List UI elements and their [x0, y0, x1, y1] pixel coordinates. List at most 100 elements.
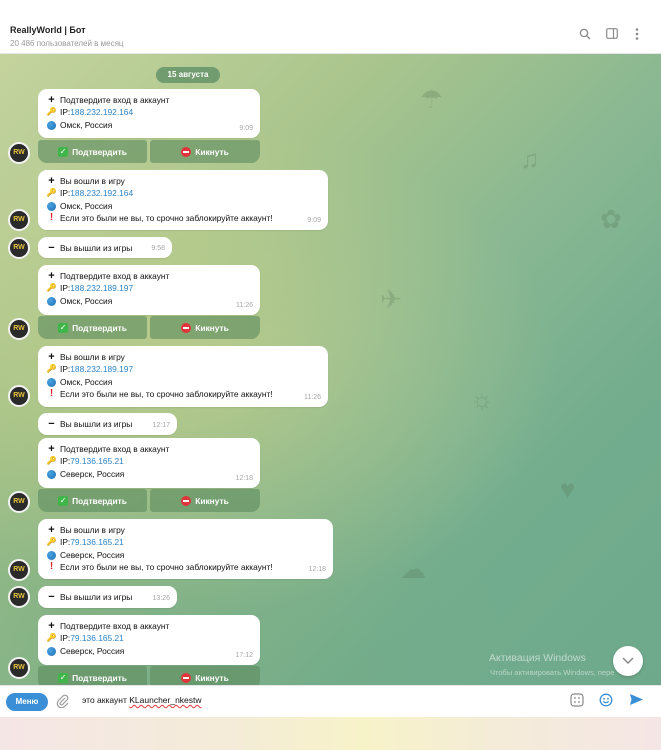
- check-icon: ✓: [58, 322, 69, 333]
- windows-activation-hint: Чтобы активировать Windows, пере: [490, 668, 615, 677]
- bot-avatar[interactable]: RW: [8, 586, 30, 608]
- chat-area[interactable]: ☂ ♫ ✿ ✈ ☼ ♥ ☁ 15 августа + Подтвердите вх…: [0, 54, 661, 685]
- kick-button[interactable]: Кикнуть: [150, 316, 260, 339]
- globe-icon: [47, 377, 56, 387]
- inline-keyboard: ✓ Подтвердить Кикнуть: [38, 666, 260, 685]
- no-entry-icon: [181, 672, 192, 683]
- globe-icon: [47, 201, 56, 211]
- key-icon: 🔑: [46, 107, 57, 117]
- message-time: 11:26: [304, 393, 321, 401]
- exclamation-icon: !: [49, 561, 54, 573]
- plus-icon: +: [48, 351, 55, 363]
- bot-avatar[interactable]: RW: [8, 237, 30, 259]
- message-bubble: + Подтвердите вход в аккаунт 🔑 IP: 79.136.…: [38, 615, 260, 665]
- sidebar-toggle-icon[interactable]: [605, 28, 619, 42]
- scroll-down-icon[interactable]: [613, 646, 643, 676]
- search-icon[interactable]: [578, 28, 592, 42]
- ip-link[interactable]: 79.136.165.21: [70, 455, 124, 467]
- chat-title[interactable]: ReallyWorld | Бот: [10, 25, 86, 35]
- message-bubble: + Вы вошли в игру 🔑 IP: 188.232.192.164 Ом…: [38, 170, 328, 230]
- key-icon: 🔑: [46, 537, 57, 547]
- inline-keyboard: ✓ Подтвердить Кикнуть: [38, 140, 260, 163]
- key-icon: 🔑: [46, 633, 57, 643]
- bot-avatar[interactable]: RW: [8, 559, 30, 581]
- bot-avatar[interactable]: RW: [8, 385, 30, 407]
- inline-keyboard: ✓ Подтвердить Кикнуть: [38, 489, 260, 512]
- minus-icon: −: [48, 418, 55, 430]
- key-icon: 🔑: [46, 364, 57, 374]
- globe-icon: [47, 296, 56, 306]
- bot-avatar[interactable]: RW: [8, 318, 30, 340]
- ip-link[interactable]: 188.232.192.164: [70, 187, 133, 199]
- check-icon: ✓: [58, 672, 69, 683]
- message-time: 9:09: [239, 124, 253, 132]
- kick-button[interactable]: Кикнуть: [150, 489, 260, 512]
- message-bubble: + Вы вошли в игру 🔑 IP: 188.232.189.197 Ом…: [38, 346, 328, 407]
- minus-icon: −: [48, 591, 55, 603]
- ip-link[interactable]: 188.232.189.197: [70, 363, 133, 375]
- confirm-button[interactable]: ✓ Подтвердить: [38, 316, 147, 339]
- commands-icon[interactable]: [568, 693, 586, 711]
- globe-icon: [47, 646, 56, 656]
- bot-avatar[interactable]: RW: [8, 657, 30, 679]
- ip-link[interactable]: 79.136.165.21: [70, 536, 124, 548]
- bot-avatar[interactable]: RW: [8, 491, 30, 513]
- ip-link[interactable]: 79.136.165.21: [70, 632, 124, 644]
- message-bubble: − Вы вышли из игры 12:17: [38, 413, 177, 435]
- chat-header: ReallyWorld | Бот 20 486 пользователей в…: [0, 0, 661, 54]
- key-icon: 🔑: [46, 283, 57, 293]
- background-doodle: ☼: [470, 384, 494, 414]
- attach-icon[interactable]: [56, 694, 69, 711]
- no-entry-icon: [181, 495, 192, 506]
- message-bubble: + Подтвердите вход в аккаунт 🔑 IP: 188.232…: [38, 265, 260, 315]
- confirm-button[interactable]: ✓ Подтвердить: [38, 489, 147, 512]
- desktop-background-strip: [0, 717, 661, 750]
- bot-avatar[interactable]: RW: [8, 209, 30, 231]
- chat-subtitle: 20 486 пользователей в месяц: [10, 39, 124, 48]
- confirm-button[interactable]: ✓ Подтвердить: [38, 666, 147, 685]
- globe-icon: [47, 120, 56, 130]
- globe-icon: [47, 550, 56, 560]
- message-time: 13:26: [152, 594, 170, 602]
- background-doodle: ♥: [560, 474, 576, 504]
- background-doodle: ✈: [380, 284, 402, 314]
- no-entry-icon: [181, 322, 192, 333]
- plus-icon: +: [48, 175, 55, 187]
- ip-link[interactable]: 188.232.189.197: [70, 282, 133, 294]
- windows-activation-watermark: Активация Windows: [489, 652, 586, 664]
- message-time: 9:58: [151, 244, 165, 252]
- message-time: 11:26: [236, 301, 253, 309]
- bot-avatar[interactable]: RW: [8, 142, 30, 164]
- menu-button[interactable]: Меню: [6, 693, 48, 711]
- background-doodle: ☂: [420, 84, 444, 114]
- kick-button[interactable]: Кикнуть: [150, 666, 260, 685]
- message-composer: Меню это аккаунт KLauncher_nkestw: [0, 685, 661, 717]
- plus-icon: +: [48, 94, 55, 106]
- ip-link[interactable]: 188.232.192.164: [70, 106, 133, 118]
- emoji-icon[interactable]: [597, 693, 615, 711]
- globe-icon: [47, 469, 56, 479]
- background-doodle: ☁: [400, 554, 426, 584]
- plus-icon: +: [48, 524, 55, 536]
- plus-icon: +: [48, 270, 55, 282]
- inline-keyboard: ✓ Подтвердить Кикнуть: [38, 316, 260, 339]
- more-icon[interactable]: [630, 28, 644, 42]
- kick-button[interactable]: Кикнуть: [150, 140, 260, 163]
- message-time: 17:12: [235, 651, 253, 659]
- message-bubble: − Вы вышли из игры 9:58: [38, 237, 172, 258]
- confirm-button[interactable]: ✓ Подтвердить: [38, 140, 147, 163]
- exclamation-icon: !: [49, 212, 54, 224]
- message-input[interactable]: это аккаунт KLauncher_nkestw: [82, 695, 202, 705]
- no-entry-icon: [181, 146, 192, 157]
- message-time: 9:09: [307, 216, 321, 224]
- message-bubble: + Подтвердите вход в аккаунт 🔑 IP: 188.232…: [38, 89, 260, 138]
- message-bubble: − Вы вышли из игры 13:26: [38, 586, 177, 608]
- message-bubble: + Вы вошли в игру 🔑 IP: 79.136.165.21 Севе…: [38, 519, 333, 579]
- check-icon: ✓: [58, 495, 69, 506]
- message-bubble: + Подтвердите вход в аккаунт 🔑 IP: 79.136.…: [38, 438, 260, 488]
- message-time: 12:18: [235, 474, 253, 482]
- send-icon[interactable]: [627, 693, 645, 711]
- key-icon: 🔑: [46, 188, 57, 198]
- check-icon: ✓: [58, 146, 69, 157]
- plus-icon: +: [48, 443, 55, 455]
